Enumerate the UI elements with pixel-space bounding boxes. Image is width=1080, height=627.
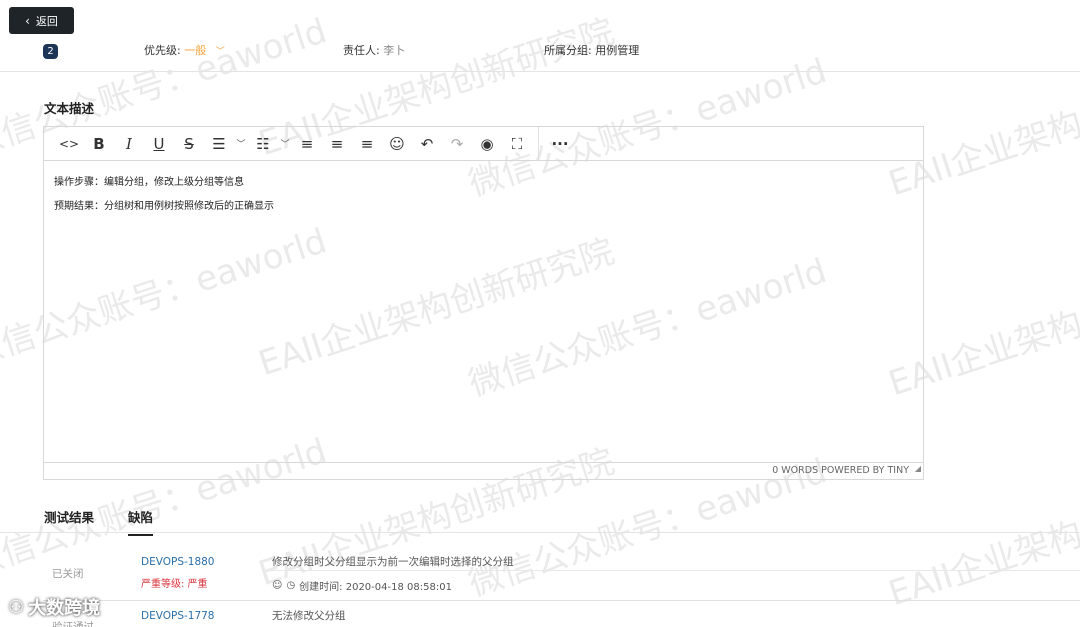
defect-created: 创建时间: 2020-04-18 08:58:01 (299, 582, 452, 593)
defect-status: 已关闭 (52, 568, 84, 580)
editor-toolbar: <> B I U S ☰ ﹀ ☷ ﹀ ≡ ≡ ≡ ☺ ↶ ↷ ◉ ⛶ ··· (44, 126, 923, 161)
code-icon[interactable]: <> (54, 130, 84, 158)
rich-text-editor[interactable]: <> B I U S ☰ ﹀ ☷ ﹀ ≡ ≡ ≡ ☺ ↶ ↷ ◉ ⛶ ··· 操… (43, 126, 924, 480)
priority-label: 优先级: (144, 44, 181, 57)
table-row[interactable]: 验证通过 DEVOPS-1778 无法修改父分组 (0, 602, 1080, 627)
editor-statusbar: 0 WORDS POWERED BY TINY ◢ (44, 462, 923, 479)
case-info-row: 2 优先级: 一般 ﹀ 责任人: 李卜 所属分组: 用例管理 (0, 38, 1080, 72)
chevron-down-icon[interactable]: ﹀ (278, 130, 292, 158)
fullscreen-icon[interactable]: ⛶ (502, 130, 532, 158)
align-right-icon[interactable]: ≡ (352, 130, 382, 158)
step-badge: 2 (43, 44, 58, 59)
redo-icon[interactable]: ↷ (442, 130, 472, 158)
owner-value: 李卜 (383, 44, 406, 57)
defect-severity: 严重等级: 严重 (141, 579, 208, 590)
clock-icon: ◷ (286, 580, 296, 591)
content-line: 操作步骤：编辑分组，修改上级分组等信息 (54, 177, 244, 188)
tab-test-results[interactable]: 测试结果 (44, 507, 94, 526)
owner-field: 责任人: 李卜 (343, 42, 405, 58)
italic-icon[interactable]: I (114, 130, 144, 158)
bullet-list-icon[interactable]: ☰ (204, 130, 234, 158)
logo-text: 大数跨境 (28, 598, 101, 619)
section-title: 文本描述 (44, 101, 95, 116)
result-tabs: 测试结果 缺陷 (0, 500, 1080, 536)
user-icon: ☺ (272, 580, 283, 591)
group-field: 所属分组: 用例管理 (544, 42, 639, 58)
back-button-label: 返回 (35, 14, 58, 28)
row-divider (270, 570, 1080, 571)
align-center-icon[interactable]: ≡ (322, 130, 352, 158)
underline-icon[interactable]: U (144, 130, 174, 158)
editor-content[interactable]: 操作步骤：编辑分组，修改上级分组等信息 预期结果：分组树和用例树按照修改后的正确… (44, 161, 923, 229)
owner-label: 责任人: (343, 44, 380, 57)
more-options-icon[interactable]: ··· (545, 130, 575, 158)
brand-logo: ⚇ 大数跨境 (8, 594, 100, 620)
table-row[interactable]: 已关闭 DEVOPS-1880 严重等级: 严重 修改分组时父分组显示为前一次编… (0, 548, 1080, 600)
toolbar-divider (538, 126, 539, 161)
strikethrough-icon[interactable]: S (174, 130, 204, 158)
defect-id-link[interactable]: DEVOPS-1778 (141, 610, 215, 622)
defect-id-link[interactable]: DEVOPS-1880 (141, 556, 215, 568)
defect-title: 无法修改父分组 (272, 610, 346, 622)
tab-defects[interactable]: 缺陷 (128, 507, 154, 536)
chevron-down-icon[interactable]: ﹀ (234, 130, 248, 158)
resize-handle-icon[interactable]: ◢ (915, 461, 921, 477)
preview-eye-icon[interactable]: ◉ (472, 130, 502, 158)
word-count: 0 WORDS POWERED BY TINY (772, 465, 909, 476)
priority-field[interactable]: 优先级: 一般 ﹀ (144, 42, 225, 58)
defect-status: 验证通过 (52, 621, 94, 627)
bold-icon[interactable]: B (84, 130, 114, 158)
emoji-icon[interactable]: ☺ (382, 130, 412, 158)
numbered-list-icon[interactable]: ☷ (248, 130, 278, 158)
chevron-down-icon: ﹀ (215, 47, 225, 57)
undo-icon[interactable]: ↶ (412, 130, 442, 158)
back-button[interactable]: ‹ 返回 (9, 7, 74, 34)
group-value: 用例管理 (595, 44, 640, 57)
group-label: 所属分组: (544, 44, 592, 57)
defect-title: 修改分组时父分组显示为前一次编辑时选择的父分组 (272, 556, 514, 568)
content-line: 预期结果：分组树和用例树按照修改后的正确显示 (54, 201, 274, 212)
chevron-left-icon: ‹ (25, 13, 30, 28)
align-left-icon[interactable]: ≡ (292, 130, 322, 158)
priority-value: 一般 (184, 44, 207, 57)
row-divider (43, 600, 1080, 601)
logo-mark-icon: ⚇ (8, 596, 25, 618)
